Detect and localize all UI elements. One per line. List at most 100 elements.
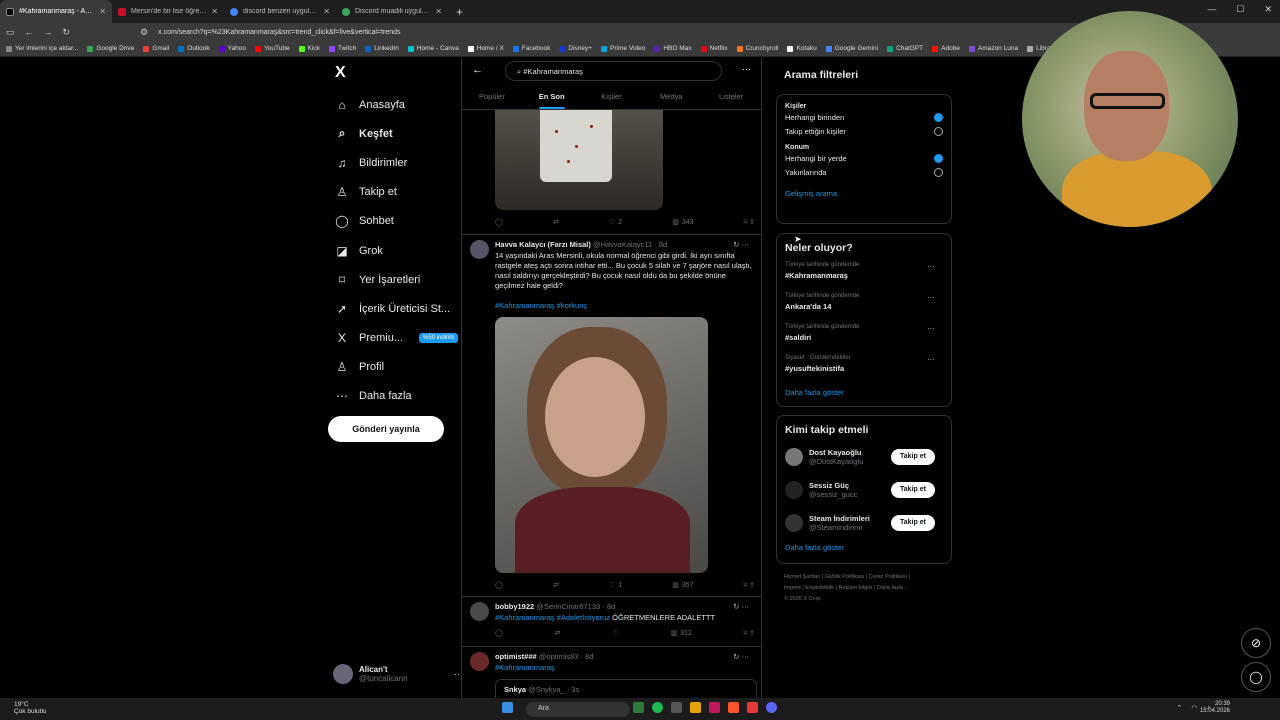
bookmark-item[interactable]: Outlook xyxy=(178,45,210,52)
footer-line[interactable]: Hizmet Şartları | Gizlilik Politikası | … xyxy=(784,572,949,583)
author-handle[interactable]: @HavvaKalayc11 xyxy=(593,240,652,249)
tab-people[interactable]: Kişiler xyxy=(582,90,642,109)
browser-tab[interactable]: Discord muadili uygulamalar | T ✕ xyxy=(336,0,448,23)
radio-selected-icon[interactable] xyxy=(934,112,943,122)
avatar[interactable] xyxy=(470,602,489,621)
chevron-up-icon[interactable]: ⌃ xyxy=(1177,704,1183,712)
taskbar-search[interactable]: Ara xyxy=(526,702,630,717)
more-icon[interactable]: ⋯ xyxy=(927,262,935,271)
clock[interactable]: 20:39 15.04.2026 xyxy=(1200,701,1230,715)
close-tab-icon[interactable]: ✕ xyxy=(435,7,442,16)
bookmark-share[interactable]: ⌑ ⇪ xyxy=(744,629,755,637)
author-handle[interactable]: @optimis83 xyxy=(539,652,579,661)
avatar[interactable] xyxy=(785,480,803,499)
filter-option[interactable]: Herhangi bir yerde xyxy=(785,151,943,165)
reply-icon[interactable]: ◯ xyxy=(495,218,503,226)
grok-floating-icon[interactable]: ⊘ xyxy=(1241,628,1271,658)
suggested-account[interactable]: Dost Kayaoğlu @DostKayaoglu Takip et xyxy=(785,440,943,473)
nav-item[interactable]: ♫ Bildirimler xyxy=(325,148,461,177)
new-tab-button[interactable]: + xyxy=(448,5,471,19)
tab-latest[interactable]: En Son xyxy=(522,90,582,109)
account-switcher[interactable]: Alican't @tuncalicann ⋯ xyxy=(333,662,463,686)
repost-icon[interactable]: ⇄ xyxy=(553,581,559,589)
bookmark-item[interactable]: ChatGPT xyxy=(887,45,923,52)
nav-item[interactable]: ◯ Sohbet xyxy=(325,207,461,236)
close-tab-icon[interactable]: ✕ xyxy=(211,7,218,16)
forward-icon[interactable]: → xyxy=(44,27,53,37)
app-icon[interactable] xyxy=(709,702,720,713)
close-tab-icon[interactable]: ✕ xyxy=(323,7,330,16)
bookmark-item[interactable]: Netflix xyxy=(700,45,728,52)
hashtags[interactable]: #Kahramanmaraş #Adaletİstiyoruz xyxy=(495,613,610,622)
post-image[interactable] xyxy=(495,110,663,210)
nav-item[interactable]: ♙ Profil xyxy=(325,353,461,382)
spotify-icon[interactable] xyxy=(652,702,663,713)
avatar[interactable] xyxy=(470,240,489,259)
suggested-account[interactable]: Steam İndirimleri @Steamindirimi Takip et xyxy=(785,506,943,539)
back-icon[interactable]: ← xyxy=(25,27,34,37)
browser-tab-active[interactable]: #Kahramanmaraş - Arama / X ✕ xyxy=(0,0,112,23)
more-icon[interactable]: ↻ ⋯ xyxy=(733,602,749,611)
more-options-icon[interactable]: ⋯ xyxy=(742,64,751,75)
show-more-trends-link[interactable]: Daha fazla göster xyxy=(785,388,943,397)
nav-item[interactable]: ➚ İçerik Üreticisi St... xyxy=(325,294,461,323)
trend-item[interactable]: Türkiye tarihinde gündemde #Kahramanmaraş… xyxy=(785,262,943,293)
tab-popular[interactable]: Popüler xyxy=(462,90,522,109)
messages-floating-icon[interactable]: ◯ xyxy=(1241,662,1271,692)
like-icon[interactable]: ♡ xyxy=(612,629,618,637)
more-icon[interactable]: ⋯ xyxy=(927,324,935,333)
nav-item[interactable]: X Premiu... %50 indirim xyxy=(325,324,461,353)
bookmark-item[interactable]: Google Drive xyxy=(87,45,134,52)
bookmark-item[interactable]: HBO Max xyxy=(654,45,692,52)
bookmark-item[interactable]: LinkedIn xyxy=(365,45,399,52)
bookmark-item[interactable]: Gmail xyxy=(143,45,169,52)
close-tab-icon[interactable]: ✕ xyxy=(99,7,106,16)
tweet[interactable]: Havva Kalaycı (Farzı Misal) @HavvaKalayc… xyxy=(462,234,761,596)
bookmark-item[interactable]: Yer imlerini içe aktar... xyxy=(6,45,78,52)
tab-media[interactable]: Medya xyxy=(641,90,701,109)
sidebar-toggle-icon[interactable]: ▭ xyxy=(6,27,15,38)
more-icon[interactable]: ⋯ xyxy=(927,355,935,364)
maximize-icon[interactable]: ☐ xyxy=(1236,4,1244,15)
nav-item[interactable]: ⌑ Yer İşaretleri xyxy=(325,265,461,294)
browser-tab[interactable]: discord benzeri uygulamalar - G ✕ xyxy=(224,0,336,23)
bookmark-item[interactable]: Home - Canva xyxy=(407,45,459,52)
radio-icon[interactable] xyxy=(934,126,943,136)
bookmark-share[interactable]: ⌑ ⇪ xyxy=(744,218,755,226)
bookmark-item[interactable]: Crunchyroll xyxy=(736,45,778,52)
avatar[interactable] xyxy=(785,513,803,532)
x-logo-icon[interactable]: X xyxy=(335,64,461,82)
filter-option[interactable]: Yakınlarında xyxy=(785,165,943,179)
radio-icon[interactable] xyxy=(934,167,943,177)
filter-option[interactable]: Takip ettiğin kişiler xyxy=(785,124,943,138)
browser-tab[interactable]: Mersin'de bir lise öğrencisi okul ✕ xyxy=(112,0,224,23)
avatar[interactable] xyxy=(785,447,803,466)
start-icon[interactable] xyxy=(502,702,513,713)
follow-button[interactable]: Takip et xyxy=(891,514,935,531)
post-time[interactable]: · 8d xyxy=(602,602,615,611)
bookmark-item[interactable]: Prime Video xyxy=(601,45,645,52)
wifi-icon[interactable]: ◠ xyxy=(1191,704,1197,712)
tab-lists[interactable]: Listeler xyxy=(701,90,761,109)
widget-icon[interactable] xyxy=(633,702,644,713)
views-button[interactable]: ▥ 357 xyxy=(672,581,693,590)
bookmark-item[interactable]: Google Gemini xyxy=(825,45,878,52)
tweet[interactable]: bobby1922 @SerinCinar67133 · 8d ↻ ⋯ #Kah… xyxy=(462,596,761,646)
task-view-icon[interactable] xyxy=(671,702,682,713)
nav-item[interactable]: ⌂ Anasayfa xyxy=(325,90,461,119)
bookmark-item[interactable]: Facebook xyxy=(512,45,550,52)
follow-button[interactable]: Takip et xyxy=(891,481,935,498)
radio-selected-icon[interactable] xyxy=(934,153,943,163)
hashtags[interactable]: #Kahramanmaraş #korkunç xyxy=(495,301,757,311)
author-name[interactable]: optimist### xyxy=(495,652,537,661)
close-window-icon[interactable]: ✕ xyxy=(1264,4,1272,15)
bookmark-item[interactable]: Amazon Luna xyxy=(968,45,1018,52)
trend-item[interactable]: Türkiye tarihinde gündemde Ankara'da 14 ⋯ xyxy=(785,293,943,324)
post-time[interactable]: · 8d xyxy=(654,240,667,249)
reply-icon[interactable]: ◯ xyxy=(495,629,503,637)
author-name[interactable]: bobby1922 xyxy=(495,602,534,611)
bookmark-item[interactable]: Adobe xyxy=(932,45,960,52)
footer-line[interactable]: Imprint | Erişilebilirlik | Reklam bilgi… xyxy=(784,583,949,594)
author-handle[interactable]: @SerinCinar67133 xyxy=(536,602,600,611)
bookmark-item[interactable]: Disney+ xyxy=(559,45,592,52)
